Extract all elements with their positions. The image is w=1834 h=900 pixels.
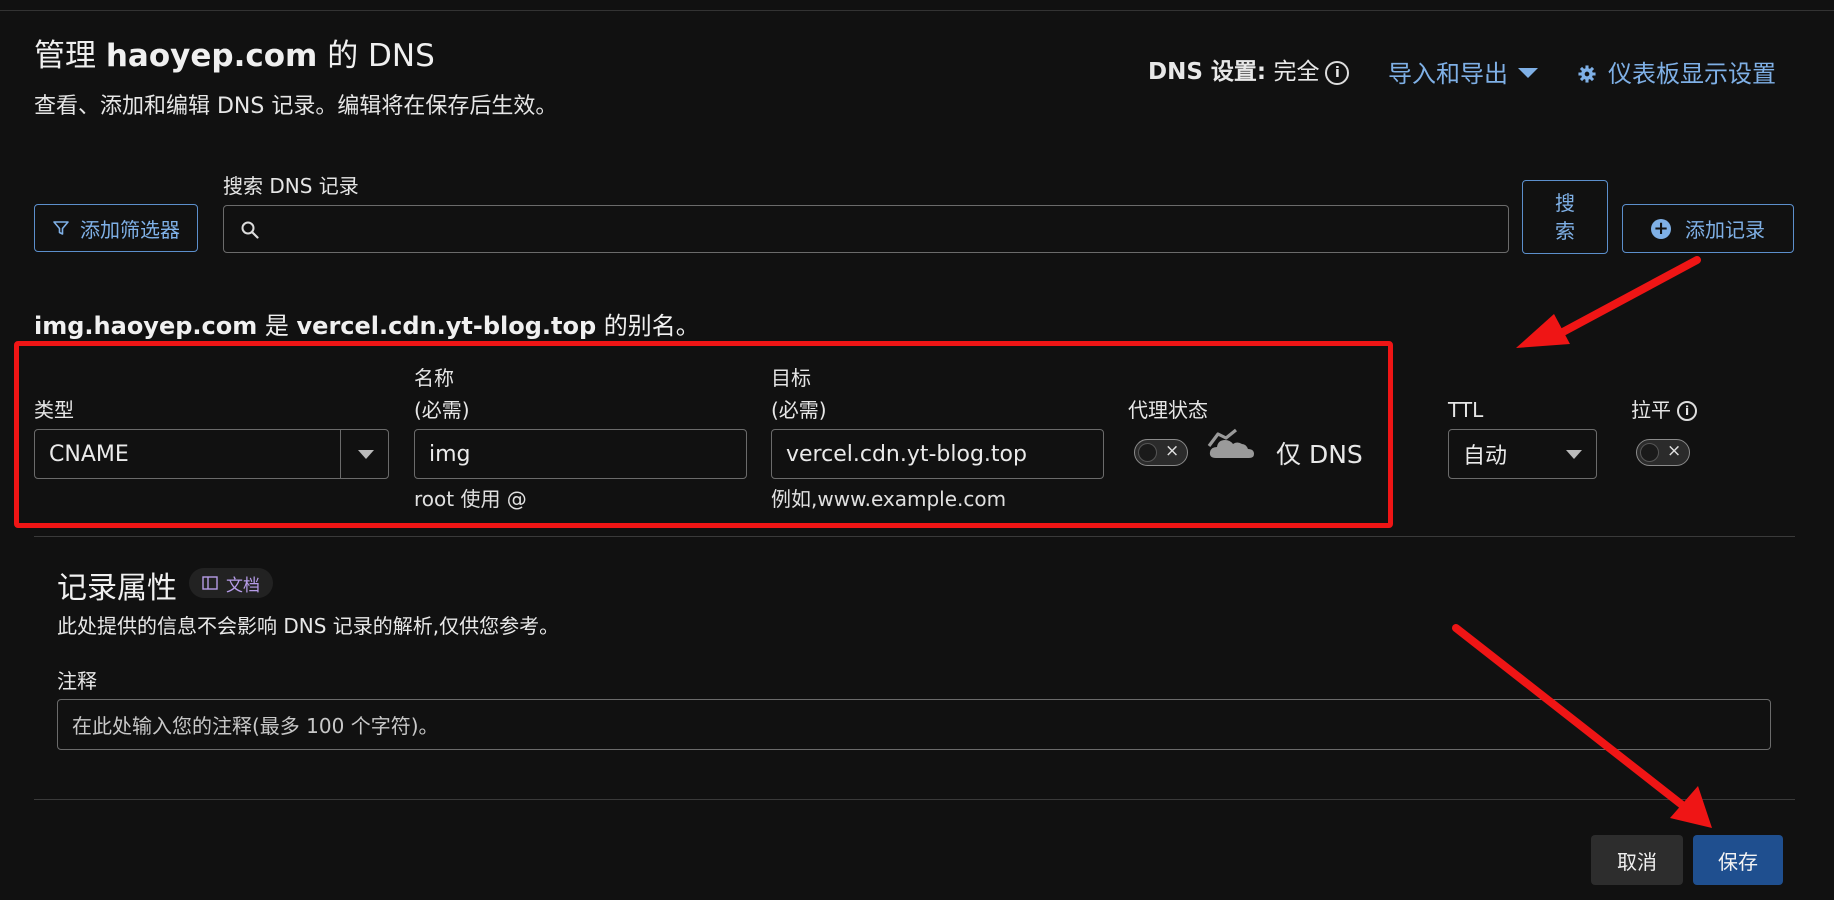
chevron-down-icon bbox=[1566, 450, 1582, 459]
flatten-label: 拉平 i bbox=[1631, 395, 1697, 425]
annotation-highlight-box bbox=[14, 341, 1393, 528]
search-button[interactable]: 搜索 bbox=[1522, 180, 1608, 254]
cancel-button[interactable]: 取消 bbox=[1591, 835, 1683, 885]
alias-description: img.haoyep.com 是 vercel.cdn.yt-blog.top … bbox=[34, 312, 700, 340]
top-divider bbox=[0, 0, 1834, 11]
book-icon bbox=[202, 576, 218, 590]
save-button[interactable]: 保存 bbox=[1693, 835, 1783, 885]
add-record-button[interactable]: + 添加记录 bbox=[1622, 204, 1794, 253]
page-title: 管理 haoyep.com 的 DNS bbox=[34, 38, 435, 74]
search-label: 搜索 DNS 记录 bbox=[223, 174, 359, 198]
dashboard-settings-link[interactable]: 仪表板显示设置 bbox=[1578, 54, 1776, 89]
section-divider bbox=[34, 536, 1795, 537]
search-input[interactable] bbox=[223, 205, 1509, 253]
flatten-toggle[interactable]: × bbox=[1636, 439, 1690, 466]
record-properties-title: 记录属性 bbox=[57, 571, 177, 606]
close-icon: × bbox=[1667, 441, 1682, 461]
info-icon[interactable]: i bbox=[1325, 61, 1350, 85]
plus-circle-icon: + bbox=[1651, 218, 1671, 239]
search-icon bbox=[241, 221, 259, 239]
info-icon[interactable]: i bbox=[1677, 401, 1697, 421]
caret-down-icon bbox=[1518, 68, 1538, 78]
annotation-arrow-to-form bbox=[1516, 256, 1701, 348]
comment-label: 注释 bbox=[57, 669, 97, 693]
zone-domain: haoyep.com bbox=[105, 38, 318, 74]
docs-link[interactable]: 文档 bbox=[189, 568, 273, 598]
import-export-dropdown[interactable]: 导入和导出 bbox=[1388, 54, 1538, 89]
toggle-knob bbox=[1640, 443, 1659, 462]
ttl-label: TTL bbox=[1448, 398, 1484, 422]
dns-setting-status: DNS 设置: 完全 i bbox=[1148, 52, 1350, 86]
page-subtitle: 查看、添加和编辑 DNS 记录。编辑将在保存后生效。 bbox=[34, 94, 558, 119]
section-divider bbox=[34, 799, 1795, 800]
gear-icon bbox=[1578, 65, 1596, 83]
comment-input[interactable]: 在此处输入您的注释(最多 100 个字符)。 bbox=[57, 699, 1771, 750]
record-properties-description: 此处提供的信息不会影响 DNS 记录的解析,仅供您参考。 bbox=[57, 614, 560, 638]
ttl-select[interactable]: 自动 bbox=[1448, 429, 1597, 479]
filter-icon bbox=[53, 221, 69, 235]
add-filter-button[interactable]: 添加筛选器 bbox=[34, 204, 198, 252]
